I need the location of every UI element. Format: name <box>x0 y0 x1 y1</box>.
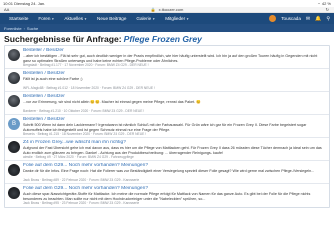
battery-label: 42 % <box>321 1 331 6</box>
result-meta: Jack Bross · Beitrag #89 · 22 Februar 20… <box>23 178 140 182</box>
status-bar: 10:01 Dienstag 24. Jan. ◔ 42 % <box>0 0 334 7</box>
result-snippet: ...vor zur Erinnerung, wir sind nicht al… <box>23 100 201 104</box>
wifi-icon: ◔ <box>317 1 320 6</box>
list-item: Bestellen / Besitzer Fällt ist ja auch e… <box>5 69 329 92</box>
search-icon[interactable]: ⚲ <box>326 16 330 22</box>
nav-item-aktuelles[interactable]: Aktuelles ▼ <box>59 13 92 24</box>
result-snippet: Auch diese spar-Nassrichtgeräte-Stoffe f… <box>23 192 311 201</box>
avatar[interactable] <box>8 164 20 176</box>
chevron-down-icon: ▼ <box>186 16 190 21</box>
result-snippet: Aufgrund der Fast Übersicht gehe ich mal… <box>23 146 322 155</box>
page-title-prefix: Suchergebnisse für Anfrage: <box>4 34 122 44</box>
search-results-list: Besteller / Besitzer ...aber ich bestäti… <box>4 45 330 208</box>
breadcrumb-item-forenliste[interactable]: Forenliste <box>4 26 22 31</box>
url-text[interactable]: x.tkoozer.com <box>159 7 184 12</box>
result-meta: Bergstadt · Beitrag #1.177 · 17 November… <box>23 63 149 67</box>
nav-item-galerie[interactable]: Galerie ▼ <box>131 13 160 24</box>
result-snippet: ...aber ich bestätigen - Flä ist sehr gu… <box>23 54 318 63</box>
user-name[interactable]: Touscada <box>281 16 301 21</box>
browser-url-bar[interactable]: AA 🔒 x.tkoozer.com ↻ <box>0 7 334 13</box>
result-snippet: Danke dir für die Infos. Eine Frage noch… <box>23 169 315 173</box>
avatar[interactable] <box>8 141 20 153</box>
result-snippet: Schritt 500 Wenn ist dann dein Lackierma… <box>23 123 307 132</box>
reader-mode-button[interactable]: AA <box>4 7 9 12</box>
breadcrumb-item-suche[interactable]: Suche <box>27 26 38 31</box>
avatar[interactable] <box>8 187 20 199</box>
avatar[interactable] <box>269 15 277 22</box>
reload-icon[interactable]: ↻ <box>326 7 329 12</box>
result-meta: Brewnis · Beitrag #1.215 · 18 November 2… <box>23 132 147 136</box>
avatar[interactable] <box>8 49 20 61</box>
list-item: Folie auf dem G29... Noch mehr vorhanden… <box>5 184 329 207</box>
chevron-down-icon: ▼ <box>152 16 156 21</box>
avatar[interactable]: B <box>8 118 20 130</box>
main-navbar: Startseite Foren ▼ Aktuelles ▼ Neue Beiträ… <box>0 13 334 24</box>
nav-user-area: Touscada ✉ 🔔 ⚲ <box>269 15 330 22</box>
chevron-down-icon: ▼ <box>84 16 88 21</box>
list-item: B Bestellen / Besitzer Schritt 500 Wenn … <box>5 115 329 138</box>
avatar[interactable] <box>8 95 20 107</box>
result-meta: WFL-Magic88 · Beitrag #1.012 · 18 Novemb… <box>23 86 155 90</box>
list-item: Besteller / Besitzer ...aber ich bestäti… <box>5 46 329 69</box>
status-time: 10:01 Dienstag 24. Jan. <box>3 1 46 6</box>
avatar[interactable] <box>8 72 20 84</box>
nav-item-neue-beitraege[interactable]: Neue Beiträge <box>92 13 131 24</box>
nav-item-mitglieder[interactable]: Mitglieder ▼ <box>160 13 194 24</box>
result-meta: Jack Bross · Beitrag #95 · 23 Februar 20… <box>23 201 140 205</box>
chevron-down-icon: ▼ <box>51 16 55 21</box>
list-item: Z4 in Frozen Grey...wie wäscht man ihn r… <box>5 138 329 161</box>
list-item: Bestellen / Besitzer ...vor zur Erinneru… <box>5 92 329 115</box>
page-title: Suchergebnisse für Anfrage: Pflege Froze… <box>0 32 334 44</box>
result-meta: aimdie · Beitrag #9 · 27 März 2020 · For… <box>23 155 134 159</box>
result-snippet: Fällt ist ja auch eine schöne Farbe ;) <box>23 77 83 81</box>
breadcrumb: Forenliste › Suche <box>0 24 334 32</box>
lock-icon: 🔒 <box>150 7 156 12</box>
bell-icon[interactable]: 🔔 <box>315 16 321 22</box>
nav-item-startseite[interactable]: Startseite <box>4 13 33 24</box>
breadcrumb-separator: › <box>23 25 25 31</box>
result-meta: Bankerer · Beitrag #1.210 · 10 Oktober 2… <box>23 109 145 113</box>
nav-item-foren[interactable]: Foren ▼ <box>33 13 59 24</box>
list-item: Folie auf dem G29... Noch mehr vorhanden… <box>5 161 329 184</box>
mail-icon[interactable]: ✉ <box>306 16 310 22</box>
status-right: ◔ 42 % <box>317 1 331 6</box>
search-query: Pflege Frozen Grey <box>123 34 202 44</box>
